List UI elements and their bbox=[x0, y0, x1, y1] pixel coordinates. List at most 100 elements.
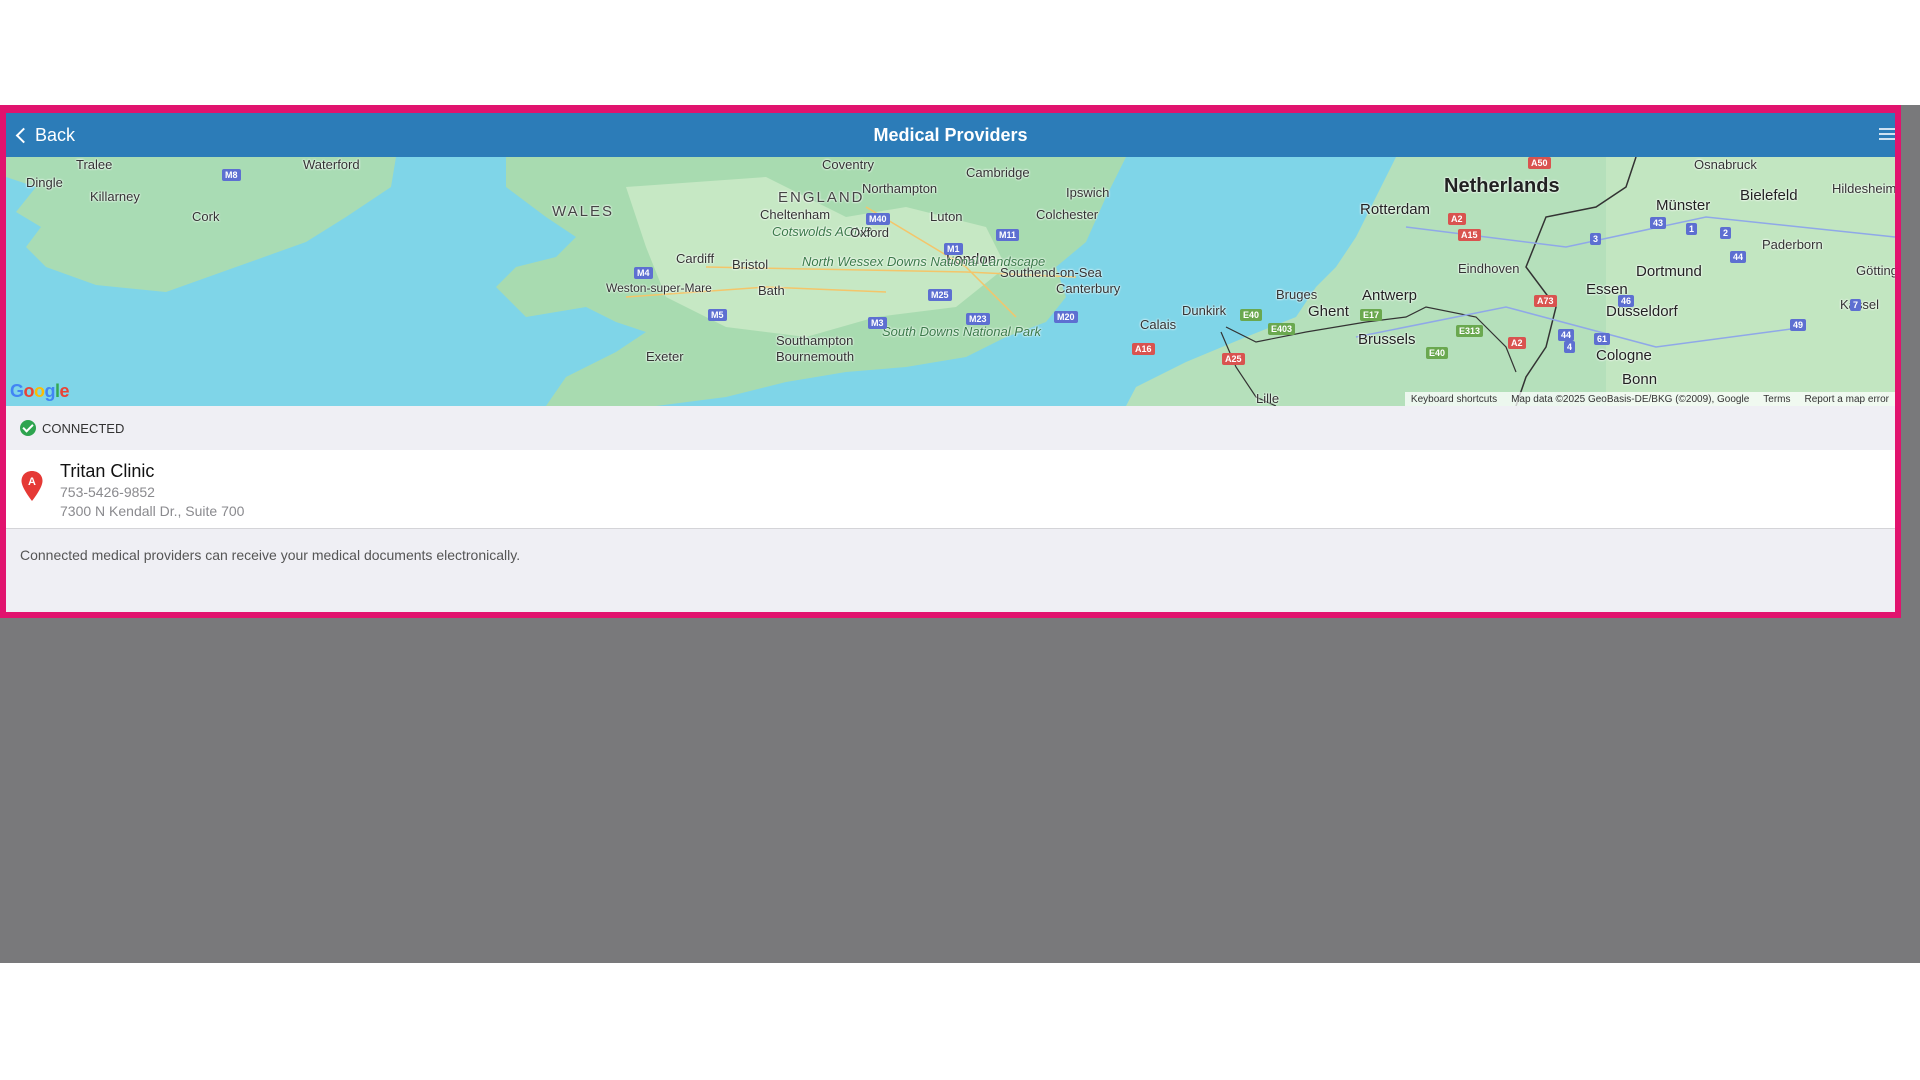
map-label: Bonn bbox=[1622, 371, 1658, 388]
road-shield: A16 bbox=[1132, 343, 1155, 355]
google-logo: Google bbox=[10, 381, 70, 401]
map-label: Düsseldorf bbox=[1606, 303, 1678, 320]
road-shield: 43 bbox=[1650, 217, 1667, 229]
map-label: Eindhoven bbox=[1458, 261, 1520, 276]
map-label: Cambridge bbox=[966, 165, 1030, 180]
map-label: Cologne bbox=[1596, 347, 1652, 364]
map-label: Antwerp bbox=[1362, 287, 1418, 304]
map-label: Bristol bbox=[732, 257, 769, 272]
map-label: Osnabruck bbox=[1694, 157, 1757, 172]
map-label: Weston-super-Mare bbox=[606, 281, 712, 295]
map-label: Oxford bbox=[850, 225, 890, 240]
road-shield: 3 bbox=[1590, 233, 1602, 245]
map-label: ENGLAND bbox=[778, 189, 865, 206]
road-shield: A2 bbox=[1508, 337, 1526, 349]
map-pin-icon: A bbox=[21, 471, 43, 501]
road-shield: M4 bbox=[634, 267, 653, 279]
provider-name: Tritan Clinic bbox=[60, 461, 155, 481]
terms-link[interactable]: Terms bbox=[1763, 394, 1790, 405]
map-label: Tralee bbox=[76, 157, 113, 172]
map-label: South Downs National Park bbox=[882, 324, 1041, 339]
map-label: Coventry bbox=[822, 157, 875, 172]
map-label: Hildesheim bbox=[1832, 181, 1895, 196]
map-label: Bielefeld bbox=[1740, 187, 1798, 204]
road-shield: 2 bbox=[1720, 227, 1732, 239]
map-label: Bath bbox=[758, 283, 785, 298]
provider-list-item[interactable]: A Tritan Clinic 753-5426-9852 7300 N Ken… bbox=[6, 450, 1895, 529]
road-shield: E40 bbox=[1240, 309, 1263, 321]
map-label: Southend-on-Sea bbox=[1000, 265, 1102, 280]
road-shield: M40 bbox=[866, 213, 890, 225]
page-background-bottom bbox=[0, 963, 1920, 1080]
road-shield: 46 bbox=[1618, 295, 1635, 307]
map-label: Dingle bbox=[26, 175, 63, 190]
provider-address: 7300 N Kendall Dr., Suite 700 bbox=[60, 503, 245, 519]
navigation-bar: Back Medical Providers bbox=[6, 113, 1895, 157]
map-label: North Wessex Downs National Landscape bbox=[802, 254, 1045, 269]
road-shield: 44 bbox=[1558, 329, 1575, 341]
map-label: Exeter bbox=[646, 349, 684, 364]
road-shield: 44 bbox=[1730, 251, 1747, 263]
map-label: Cardiff bbox=[676, 251, 715, 266]
map-label: Luton bbox=[930, 209, 963, 224]
footer-note: Connected medical providers can receive … bbox=[20, 547, 521, 563]
road-shield: A50 bbox=[1528, 157, 1551, 169]
map-label: Canterbury bbox=[1056, 281, 1121, 296]
road-shield: 4 bbox=[1564, 341, 1576, 353]
map-label: Ipswich bbox=[1066, 185, 1110, 200]
road-shield: E17 bbox=[1360, 309, 1383, 321]
map-label: Cotswolds AONB bbox=[772, 224, 872, 239]
road-shield: M23 bbox=[966, 313, 990, 325]
road-shield: 1 bbox=[1686, 223, 1698, 235]
road-shield: M11 bbox=[996, 229, 1020, 241]
report-map-error-link[interactable]: Report a map error bbox=[1805, 394, 1889, 405]
map-label: Münster bbox=[1656, 197, 1711, 214]
map-label: Waterford bbox=[303, 157, 360, 172]
map-label: Bruges bbox=[1276, 287, 1318, 302]
map-label: Calais bbox=[1140, 317, 1177, 332]
pin-letter: A bbox=[28, 476, 36, 488]
road-shield: E40 bbox=[1426, 347, 1449, 359]
road-shield: A25 bbox=[1222, 353, 1245, 365]
road-shield: M25 bbox=[928, 289, 952, 301]
road-shield: M20 bbox=[1054, 311, 1078, 323]
road-shield: A73 bbox=[1534, 295, 1557, 307]
map[interactable]: Tralee Waterford Dingle Killarney Cork W… bbox=[6, 157, 1895, 406]
road-shield: M3 bbox=[868, 317, 887, 329]
map-label: Brussels bbox=[1358, 331, 1416, 348]
map-data-credit: Map data ©2025 GeoBasis-DE/BKG (©2009), … bbox=[1511, 393, 1750, 405]
map-label: WALES bbox=[552, 203, 614, 220]
road-shield: M8 bbox=[222, 169, 241, 181]
check-circle-icon bbox=[20, 420, 36, 436]
map-label: Rotterdam bbox=[1360, 201, 1431, 218]
map-label: Colchester bbox=[1036, 207, 1099, 222]
map-label: Netherlands bbox=[1444, 175, 1560, 197]
road-shield: E313 bbox=[1456, 325, 1484, 337]
road-shield: E403 bbox=[1268, 323, 1296, 335]
page-background-top bbox=[0, 0, 1920, 105]
road-shield: 49 bbox=[1790, 319, 1807, 331]
keyboard-shortcuts-link[interactable]: Keyboard shortcuts bbox=[1411, 394, 1497, 405]
road-shield: A2 bbox=[1448, 213, 1466, 225]
menu-icon[interactable] bbox=[1879, 125, 1895, 145]
page-title: Medical Providers bbox=[873, 125, 1028, 145]
map-label: Killarney bbox=[90, 189, 140, 204]
map-label: Dunkirk bbox=[1182, 303, 1227, 318]
map-label: Cheltenham bbox=[760, 207, 831, 222]
section-label: CONNECTED bbox=[42, 420, 125, 436]
road-shield: M1 bbox=[944, 243, 963, 255]
footer-area: Connected medical providers can receive … bbox=[6, 529, 1895, 612]
provider-phone: 753-5426-9852 bbox=[60, 484, 155, 500]
map-label: Götting bbox=[1856, 263, 1895, 278]
road-shield: 7 bbox=[1850, 299, 1862, 311]
map-label: Cork bbox=[192, 209, 220, 224]
road-shield: 61 bbox=[1594, 333, 1611, 345]
map-label: Dortmund bbox=[1636, 263, 1702, 280]
road-shield: A15 bbox=[1458, 229, 1481, 241]
map-label: Ghent bbox=[1308, 303, 1349, 320]
map-label: Northampton bbox=[862, 181, 938, 196]
map-attribution: Keyboard shortcuts Map data ©2025 GeoBas… bbox=[1404, 392, 1895, 406]
connected-section-header: CONNECTED bbox=[6, 406, 1895, 450]
map-label: Lille bbox=[1256, 391, 1280, 406]
map-label: Bournemouth bbox=[776, 349, 855, 364]
